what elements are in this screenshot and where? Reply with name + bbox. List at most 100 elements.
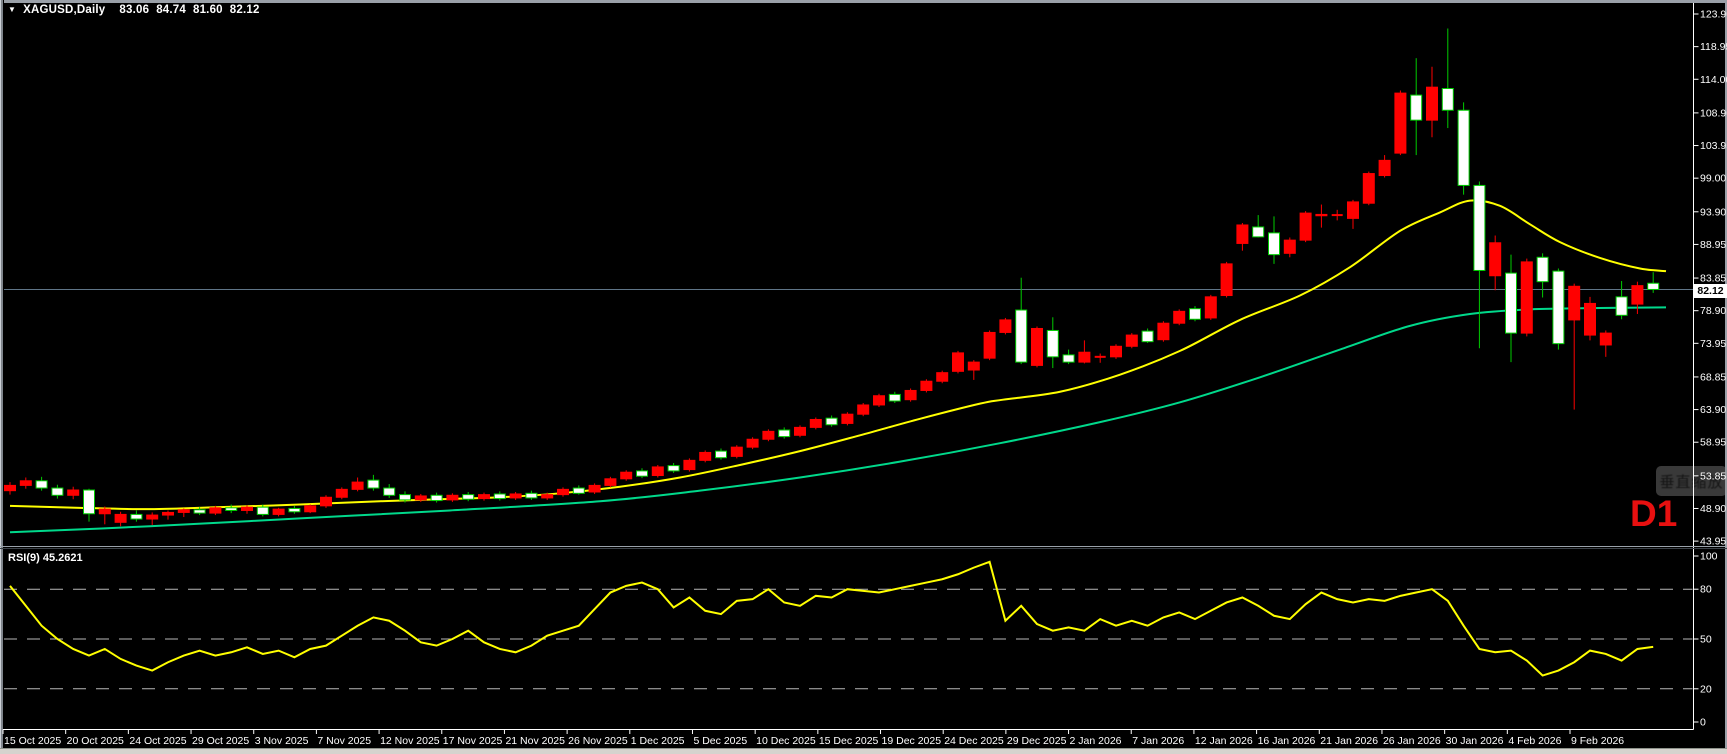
candle-down [1553,271,1564,344]
candle-up [605,479,616,486]
price-axis-label: 73.95 [1700,338,1726,350]
mt4-chart-window: 垂直缩放 123.90118.95114.00108.90103.9599.00… [0,0,1727,754]
price-axis-label: 99.00 [1700,173,1726,185]
time-axis-label: 21 Nov 2025 [505,735,565,747]
time-axis-label: 7 Nov 2025 [317,735,371,747]
candle-up [810,419,821,427]
candle-up [968,362,979,370]
candle-up [700,452,711,460]
candle-up [305,506,316,512]
time-axis-label: 15 Dec 2025 [819,735,879,747]
candle-down [257,507,268,514]
candle-down [1253,227,1264,237]
time-axis-label: 4 Feb 2026 [1508,735,1561,747]
candle-up [1363,174,1374,204]
panel-separator[interactable] [0,546,1727,547]
price-axis-label: 83.85 [1700,273,1726,285]
candle-down [637,471,648,476]
candle-down [1442,89,1453,111]
candle-up [652,467,663,476]
candle-up [321,497,332,506]
candle-down [226,508,237,511]
time-axis-label: 15 Oct 2025 [4,735,61,747]
candle-down [1016,310,1027,362]
candle-down [826,418,837,425]
chart-canvas[interactable]: 123.90118.95114.00108.90103.9599.0093.90… [0,0,1727,754]
candle-down [494,494,505,499]
candle-up [1379,160,1390,175]
candle-up [1427,87,1438,120]
time-axis-label: 19 Dec 2025 [882,735,942,747]
candle-down [779,430,790,437]
candle-up [621,472,632,479]
candle-up [874,396,885,405]
candle-up [5,485,16,490]
ma-fast-line [10,200,1666,509]
candle-up [1111,346,1122,357]
candle-down [1616,297,1627,315]
candle-down [384,488,395,495]
time-axis-label: 5 Dec 2025 [693,735,747,747]
price-axis-label: 68.85 [1700,371,1726,383]
price-axis-label: 103.95 [1700,140,1727,152]
time-axis-label: 20 Oct 2025 [67,735,124,747]
candle-down [1047,330,1058,356]
time-axis-label: 17 Nov 2025 [443,735,503,747]
time-axis-label: 12 Jan 2026 [1195,735,1253,747]
candle-up [1205,297,1216,318]
candle-up [1490,243,1501,276]
time-axis-label: 24 Oct 2025 [129,735,186,747]
candle-up [479,495,490,499]
candle-up [1632,286,1643,304]
candle-up [1158,323,1169,339]
candle-up [178,510,189,513]
candle-up [905,390,916,399]
candle-up [99,509,110,514]
candle-up [921,381,932,390]
time-axis-label: 30 Jan 2026 [1446,735,1504,747]
time-axis-label: 10 Dec 2025 [756,735,816,747]
price-axis-label: 114.00 [1700,74,1727,86]
candle-up [953,353,964,371]
rsi-line [10,562,1653,676]
price-axis-label: 118.95 [1700,41,1727,53]
candle-down [1190,309,1201,320]
price-axis-label: 63.90 [1700,404,1726,416]
candle-up [1521,262,1532,333]
rsi-axis-label: 50 [1700,634,1712,646]
candle-up [273,509,284,514]
candle-up [542,495,553,498]
candle-down [463,495,474,500]
candle-up [1569,286,1580,320]
time-axis-label: 12 Nov 2025 [380,735,440,747]
candle-down [668,466,679,471]
candle-down [36,481,47,488]
time-axis-label: 26 Jan 2026 [1383,735,1441,747]
time-axis-label: 24 Dec 2025 [944,735,1004,747]
price-axis-label: 53.85 [1700,470,1726,482]
candle-up [1174,311,1185,323]
candle-down [1411,95,1422,120]
candle-down [368,480,379,488]
candle-down [1648,283,1659,289]
candle-up [68,490,79,495]
price-axis-label: 78.90 [1700,305,1726,317]
candle-down [131,514,142,519]
candle-down [289,508,300,511]
candle-up [984,332,995,358]
candle-down [1063,355,1074,362]
candle-down [431,495,442,500]
candle-up [763,431,774,439]
candle-up [1585,303,1596,335]
candle-down [1142,331,1153,342]
price-axis-label: 93.90 [1700,206,1726,218]
candle-up [858,405,869,414]
time-axis-label: 9 Feb 2026 [1571,735,1624,747]
candle-up [1032,328,1043,365]
ma-slow-line [10,307,1666,532]
candle-down [1458,110,1469,185]
candle-down [716,451,727,458]
candle-up [937,373,948,382]
time-axis-label: 16 Jan 2026 [1258,735,1316,747]
price-axis-label: 123.90 [1700,9,1727,21]
